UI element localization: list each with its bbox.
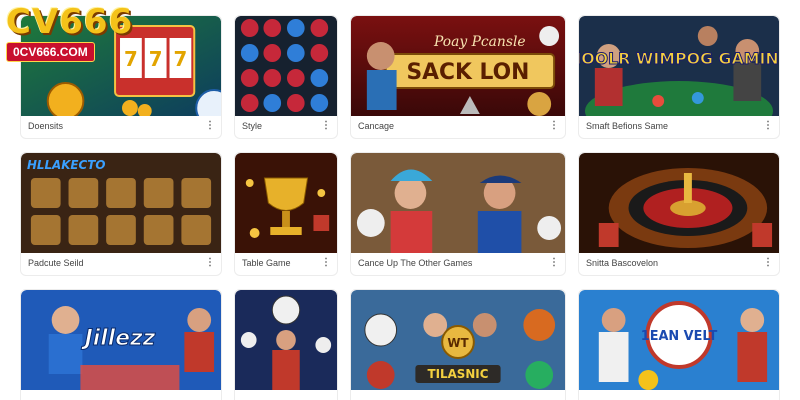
game-thumbnail[interactable]: HOOLR WIMPOG GAMINS (579, 16, 779, 116)
banner-title: HOOLR WIMPOG GAMINS (579, 49, 779, 68)
roulette-wheel-image (579, 153, 779, 253)
game-thumbnail[interactable] (579, 153, 779, 253)
more-vertical-icon[interactable]: ⋮ (205, 251, 215, 275)
game-thumbnail[interactable]: WT TILASNIC (351, 290, 565, 390)
golden-trophy-image (235, 153, 337, 253)
banner-subtitle: Poay Pcansle (433, 34, 526, 50)
game-card[interactable]: Table Game ⋮ (234, 152, 338, 276)
site-url-badge: 0CV666.COM (6, 42, 95, 62)
more-vertical-icon[interactable]: ⋮ (549, 114, 559, 138)
banner-title: HLLAKECTO (27, 158, 106, 172)
game-title[interactable]: Table Game (242, 251, 291, 275)
banner-title: Jillezz (81, 326, 156, 351)
game-thumbnail[interactable]: Jillezz (21, 290, 221, 390)
game-title[interactable]: Padcute Seild (28, 251, 84, 275)
game-card[interactable]: 1EAN VELT (578, 289, 780, 400)
sports-players-image: Jillezz (21, 290, 221, 390)
game-title[interactable]: Doensits (28, 114, 63, 138)
game-card[interactable]: HLLAKECTO Padcute Seild ⋮ (20, 152, 222, 276)
badge-text: WT (447, 336, 469, 350)
banner-title: TILASNIC (428, 367, 489, 381)
game-thumbnail[interactable]: SACK LON Poay Pcansle (351, 16, 565, 116)
game-card[interactable] (234, 289, 338, 400)
game-title[interactable]: Cance Up The Other Games (358, 251, 472, 275)
game-card[interactable]: WT TILASNIC (350, 289, 566, 400)
game-card[interactable]: Jillezz (20, 289, 222, 400)
game-title[interactable]: Style (242, 114, 262, 138)
team-mascot-image: 1EAN VELT (579, 290, 779, 390)
more-vertical-icon[interactable]: ⋮ (763, 251, 773, 275)
game-title[interactable]: Cancage (358, 114, 394, 138)
game-thumbnail[interactable]: HLLAKECTO (21, 153, 221, 253)
game-card[interactable]: Style ⋮ (234, 15, 338, 139)
more-vertical-icon[interactable]: ⋮ (763, 114, 773, 138)
slot-symbols-image: HLLAKECTO (21, 153, 221, 253)
game-card[interactable]: Snitta Bascovelon ⋮ (578, 152, 780, 276)
game-thumbnail[interactable] (235, 16, 337, 116)
game-thumbnail[interactable] (351, 153, 565, 253)
game-card[interactable]: Cance Up The Other Games ⋮ (350, 152, 566, 276)
game-grid: 777 Doensits ⋮ Style ⋮ SACK LON Poay Pca… (0, 0, 800, 400)
game-card[interactable]: SACK LON Poay Pcansle Cancage ⋮ (350, 15, 566, 139)
svg-text:7: 7 (173, 48, 187, 71)
poker-table-image: HOOLR WIMPOG GAMINS (579, 16, 779, 116)
brand-logo[interactable]: CV666 0CV666.COM (6, 4, 156, 74)
badge-text: 1EAN VELT (641, 329, 718, 344)
game-thumbnail[interactable] (235, 153, 337, 253)
game-thumbnail[interactable] (235, 290, 337, 390)
game-title[interactable]: Smaft Befions Same (586, 114, 668, 138)
game-card[interactable]: HOOLR WIMPOG GAMINS Smaft Befions Same ⋮ (578, 15, 780, 139)
football-player-image (235, 290, 337, 390)
players-cheering-image (351, 153, 565, 253)
more-vertical-icon[interactable]: ⋮ (205, 114, 215, 138)
game-thumbnail[interactable]: 1EAN VELT (579, 290, 779, 390)
more-vertical-icon[interactable]: ⋮ (549, 251, 559, 275)
sack-lon-image: SACK LON Poay Pcansle (351, 16, 565, 116)
game-title[interactable]: Snitta Bascovelon (586, 251, 658, 275)
more-vertical-icon[interactable]: ⋮ (321, 114, 331, 138)
sport-balls-image: WT TILASNIC (351, 290, 565, 390)
banner-title: SACK LON (407, 60, 530, 85)
lottery-balls-image (235, 16, 337, 116)
logo-wordmark: CV666 (6, 2, 134, 42)
more-vertical-icon[interactable]: ⋮ (321, 251, 331, 275)
